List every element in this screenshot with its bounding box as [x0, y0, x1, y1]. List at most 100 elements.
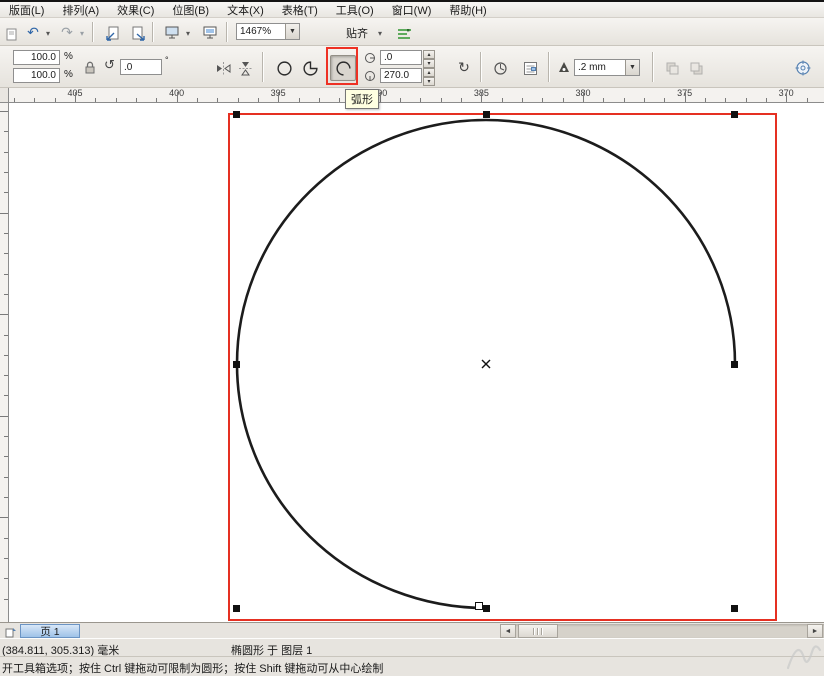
lock-ratio-button[interactable] — [80, 56, 100, 78]
scale-y-field[interactable]: 100.0 — [13, 68, 60, 83]
ruler-tick — [542, 98, 543, 102]
ruler-tick — [502, 98, 503, 102]
selection-handle[interactable] — [731, 605, 738, 612]
launcher-dropdown-icon[interactable]: ▾ — [182, 22, 194, 44]
scale-y-value: 100.0 — [31, 70, 56, 81]
ruler-tick — [4, 497, 8, 498]
outline-width-value: .2 mm — [578, 62, 606, 73]
spin-up-icon[interactable]: ▴ — [423, 68, 435, 77]
ruler-tick — [4, 558, 8, 559]
propbar-separator — [548, 52, 550, 82]
ruler-tick — [4, 253, 8, 254]
menu-item-table[interactable]: 表格(T) — [273, 2, 327, 18]
mirror-horizontal-button[interactable] — [212, 57, 234, 79]
ruler-tick — [766, 98, 767, 102]
page-tab-1[interactable]: 页 1 — [20, 624, 80, 638]
menu-item-effects[interactable]: 效果(C) — [108, 2, 163, 18]
scale-x-field[interactable]: 100.0 — [13, 50, 60, 65]
end-angle-icon — [364, 70, 376, 82]
text-wrap-button[interactable] — [518, 56, 542, 80]
ruler-tick — [4, 294, 8, 295]
arc-start-spinner[interactable]: ▴▾ — [423, 50, 435, 65]
arc-end-angle-value: 270.0 — [384, 70, 409, 81]
selection-handle[interactable] — [233, 605, 240, 612]
undo-dropdown-icon[interactable]: ▾ — [42, 22, 54, 44]
arc-end-angle-field[interactable]: 270.0 — [380, 68, 422, 83]
ruler-tick — [4, 456, 8, 457]
export-button[interactable] — [126, 22, 150, 44]
menu-item-arrange[interactable]: 排列(A) — [53, 2, 108, 18]
menu-item-layout[interactable]: 版面(L) — [0, 2, 53, 18]
spin-down-icon[interactable]: ▾ — [423, 77, 435, 86]
ellipse-button[interactable] — [272, 56, 296, 80]
scrollbar-thumb[interactable] — [518, 624, 558, 638]
spin-down-icon[interactable]: ▾ — [423, 59, 435, 68]
selection-handle[interactable] — [731, 111, 738, 118]
menu-item-window[interactable]: 窗口(W) — [383, 2, 441, 18]
drawing-canvas[interactable] — [0, 103, 824, 622]
menu-item-help[interactable]: 帮助(H) — [440, 2, 495, 18]
ruler-tick — [461, 98, 462, 102]
ruler-tick — [644, 98, 645, 102]
property-bar: 100.0 100.0 % % ↺ .0 ° .0 ▴▾ 270.0 ▴▾ ↻ — [0, 46, 824, 88]
wrap-back-button[interactable] — [684, 56, 708, 80]
ruler-tick — [522, 98, 523, 102]
arc-end-spinner[interactable]: ▴▾ — [423, 68, 435, 83]
tool-hint-text: 开工具箱选项；按住 Ctrl 键拖动可限制为圆形；按住 Shift 键拖动可从中… — [2, 660, 383, 676]
ruler-tick — [278, 92, 279, 102]
ruler-tick — [258, 98, 259, 102]
wrap-front-button[interactable] — [660, 56, 684, 80]
import-button[interactable] — [100, 22, 124, 44]
ruler-tick — [583, 92, 584, 102]
mirror-vertical-button[interactable] — [234, 57, 256, 79]
selection-handle[interactable] — [483, 605, 490, 612]
outline-width-combo[interactable]: .2 mm ▼ — [574, 59, 640, 76]
propbar-separator — [480, 52, 482, 82]
selection-handle[interactable] — [233, 111, 240, 118]
snap-dropdown-icon[interactable]: ▾ — [374, 22, 386, 44]
propbar-separator — [262, 52, 264, 82]
arc-end-node[interactable] — [475, 602, 483, 610]
snap-to-button[interactable]: 贴齐 — [336, 22, 378, 44]
fullscreen-preview-button[interactable] — [198, 22, 222, 44]
spin-up-icon[interactable]: ▴ — [423, 50, 435, 59]
propbar-separator — [652, 52, 654, 82]
undo-button[interactable]: ↶ — [22, 22, 44, 44]
ruler-tick — [0, 213, 8, 214]
clockwise-arc-button[interactable] — [488, 56, 512, 80]
ruler-tick — [4, 233, 8, 234]
zoom-level-combo[interactable]: 1467% ▼ — [236, 23, 300, 40]
pie-button[interactable] — [298, 56, 322, 80]
ruler-tick — [420, 98, 421, 102]
change-direction-button[interactable]: ↻ — [452, 56, 476, 80]
menu-item-text[interactable]: 文本(X) — [218, 2, 273, 18]
redo-button[interactable]: ↷ — [56, 22, 78, 44]
application-launcher-button[interactable] — [160, 22, 184, 44]
selection-handle[interactable] — [731, 361, 738, 368]
horizontal-ruler[interactable]: 405400395390385380375370 — [0, 88, 824, 103]
toolbar-separator — [92, 22, 94, 42]
outline-width-dropdown-icon[interactable]: ▼ — [625, 60, 639, 75]
arc-start-angle-field[interactable]: .0 — [380, 50, 422, 65]
ruler-tick — [624, 98, 625, 102]
ruler-tick — [400, 98, 401, 102]
redo-dropdown-icon[interactable]: ▾ — [76, 22, 88, 44]
zoom-dropdown-icon[interactable]: ▼ — [285, 24, 299, 39]
ruler-tick — [217, 98, 218, 102]
ruler-tick — [664, 98, 665, 102]
menu-item-tools[interactable]: 工具(O) — [327, 2, 383, 18]
ruler-tick — [34, 98, 35, 102]
ruler-origin-box[interactable] — [0, 88, 9, 103]
scroll-right-icon[interactable]: ► — [807, 624, 823, 638]
vertical-ruler[interactable] — [0, 103, 9, 622]
page-tab-label: 页 1 — [40, 624, 59, 639]
dynamic-guides-button[interactable] — [392, 22, 416, 44]
selection-handle[interactable] — [233, 361, 240, 368]
scroll-left-icon[interactable]: ◄ — [500, 624, 516, 638]
ruler-tick — [4, 538, 8, 539]
menu-item-bitmaps[interactable]: 位图(B) — [163, 2, 218, 18]
rotation-angle-field[interactable]: .0 — [120, 59, 162, 75]
selection-handle[interactable] — [483, 111, 490, 118]
interactive-wheel-icon[interactable] — [790, 55, 816, 81]
ruler-tick — [685, 92, 686, 102]
